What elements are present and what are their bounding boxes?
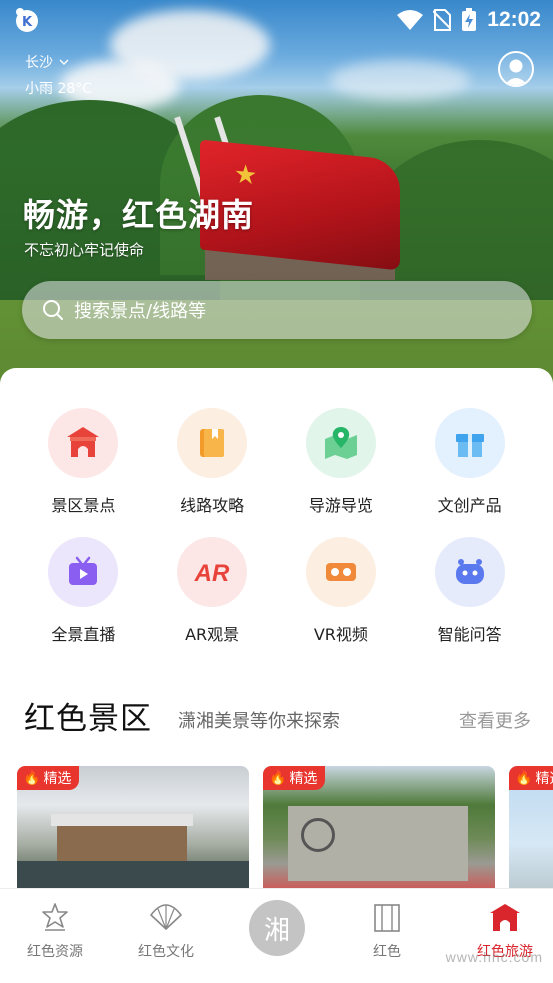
status-bar: K 12:02: [0, 0, 553, 40]
feature-label: VR视频: [313, 625, 368, 644]
book-icon: [177, 408, 248, 478]
scenic-card-list: 🔥精选 🔥精选 🔥精选: [0, 766, 553, 896]
tab-label: 红色: [373, 944, 401, 960]
gate-icon: [48, 408, 119, 478]
feature-scenic-spots[interactable]: 景区景点: [19, 408, 148, 537]
battery-charging-icon: [462, 8, 477, 31]
star-badge-icon: [42, 903, 68, 931]
svg-text:K: K: [22, 15, 33, 30]
scenic-card[interactable]: 🔥精选: [509, 766, 553, 896]
flame-icon: 🔥: [515, 770, 533, 786]
feature-live-panorama[interactable]: 全景直播: [19, 537, 148, 666]
feature-label: 导游导览: [308, 496, 373, 515]
tab-label: 红色资源: [27, 944, 83, 960]
bottom-tab-bar: 红色资源 红色文化 湘 红色 红色旅游 www.hnc.com: [0, 888, 553, 983]
feature-tour-guide[interactable]: 导游导览: [277, 408, 406, 537]
search-placeholder: 搜索景点/线路等: [74, 301, 207, 322]
center-home-button[interactable]: 湘: [249, 900, 305, 956]
featured-tag-label: 精选: [289, 771, 318, 787]
feature-label: 智能问答: [437, 625, 502, 644]
tv-icon: [48, 537, 119, 607]
feature-label: 文创产品: [437, 496, 502, 515]
flame-icon: 🔥: [269, 770, 287, 786]
watermark: www.hnc.com: [445, 949, 543, 965]
feature-grid: 景区景点 线路攻略 导游导览 文创产品 全景直播 AR AR观景 VR视频 智能…: [0, 408, 553, 666]
no-sim-icon: [433, 9, 452, 31]
chevron-down-icon: [59, 59, 69, 65]
building-icon: [374, 904, 400, 932]
tab-red-resources[interactable]: 红色资源: [5, 901, 105, 961]
map-pin-icon: [305, 408, 376, 478]
hero-title: 畅游，红色湖南: [23, 196, 255, 234]
wifi-icon: [397, 10, 424, 30]
view-more-link[interactable]: 查看更多: [459, 707, 531, 733]
status-time: 12:02: [487, 8, 541, 31]
app-notification-icon: K: [16, 8, 38, 32]
svg-text:AR: AR: [194, 560, 230, 587]
vr-icon: [305, 537, 376, 607]
section-subtitle: 潇湘美景等你来探索: [178, 711, 340, 732]
search-bar[interactable]: 搜索景点/线路等: [22, 281, 532, 339]
gift-icon: [434, 408, 505, 478]
section-header: 红色景区 潇湘美景等你来探索 查看更多: [0, 693, 553, 743]
tab-red-building[interactable]: 红色: [337, 901, 437, 961]
feature-label: AR观景: [185, 625, 240, 644]
gate-icon: [490, 904, 520, 931]
flame-icon: 🔥: [23, 770, 41, 786]
tab-label: 红色文化: [138, 944, 194, 960]
feature-label: 线路攻略: [180, 496, 245, 515]
feature-smart-qa[interactable]: 智能问答: [405, 537, 534, 666]
scenic-card[interactable]: 🔥精选: [263, 766, 495, 896]
main-content: 景区景点 线路攻略 导游导览 文创产品 全景直播 AR AR观景 VR视频 智能…: [0, 368, 553, 908]
feature-route-guide[interactable]: 线路攻略: [148, 408, 277, 537]
featured-tag-label: 精选: [535, 771, 553, 787]
weather-condition: 小雨 28°C: [25, 81, 93, 97]
featured-tag: 🔥精选: [509, 766, 553, 790]
robot-icon: [434, 537, 505, 607]
city-name: 长沙: [25, 55, 53, 71]
featured-tag-label: 精选: [43, 771, 72, 787]
featured-tag: 🔥精选: [263, 766, 326, 790]
search-icon: [43, 300, 63, 320]
feature-label: 全景直播: [51, 625, 116, 644]
city-selector[interactable]: 长沙: [25, 52, 92, 72]
scenic-card[interactable]: 🔥精选: [17, 766, 249, 896]
weather-widget[interactable]: 长沙 小雨 28°C: [25, 52, 92, 98]
featured-tag: 🔥精选: [17, 766, 80, 790]
user-avatar-button[interactable]: [498, 51, 534, 87]
section-title: 红色景区: [24, 701, 152, 737]
feature-vr-video[interactable]: VR视频: [277, 537, 406, 666]
feature-creative-products[interactable]: 文创产品: [405, 408, 534, 537]
feature-ar-view[interactable]: AR AR观景: [148, 537, 277, 666]
feature-label: 景区景点: [51, 496, 116, 515]
ar-icon: AR: [177, 537, 248, 607]
fan-icon: [150, 904, 182, 930]
tab-red-culture[interactable]: 红色文化: [116, 901, 216, 961]
hero-subtitle: 不忘初心牢记使命: [24, 241, 145, 259]
